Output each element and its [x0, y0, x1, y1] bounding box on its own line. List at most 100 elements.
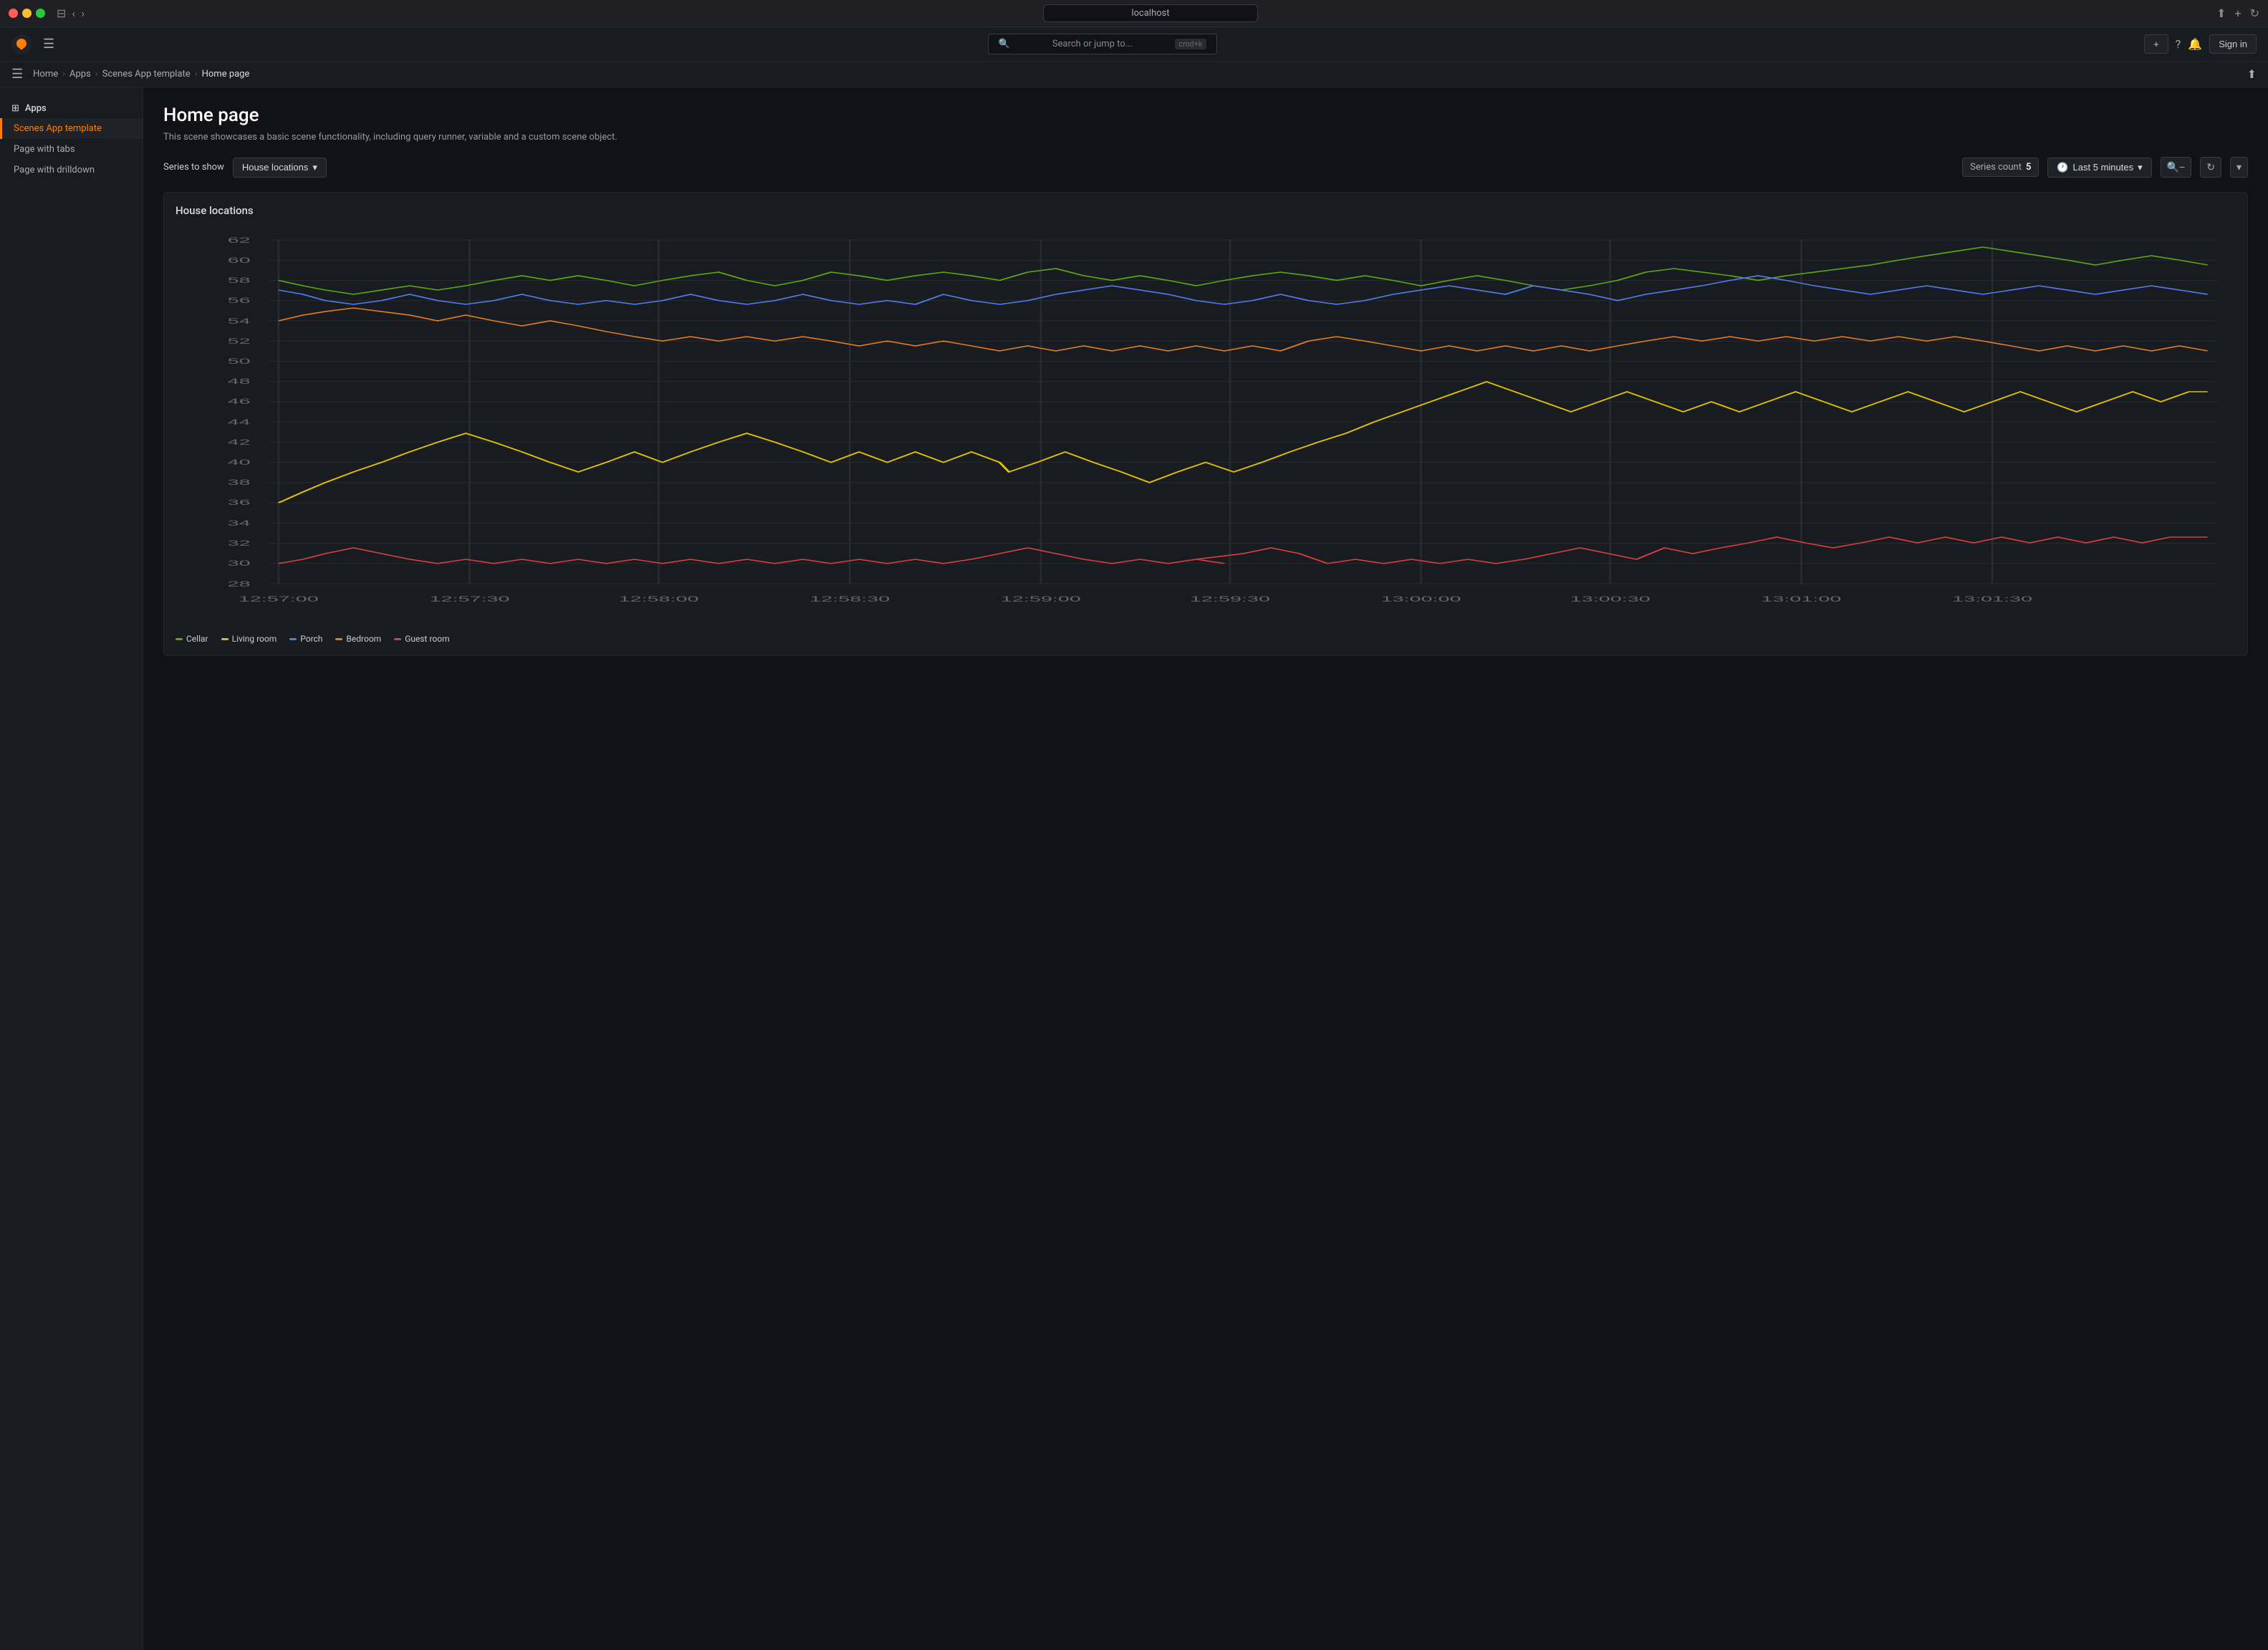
svg-text:48: 48: [228, 377, 251, 386]
sidebar: ⊞ Apps Scenes App template Page with tab…: [0, 87, 143, 1650]
svg-text:42: 42: [228, 438, 251, 447]
help-icon[interactable]: ?: [2176, 37, 2181, 51]
legend-item-living-room: Living room: [221, 634, 277, 644]
svg-text:13:01:30: 13:01:30: [1952, 594, 2032, 604]
page-title: Home page: [163, 105, 2248, 126]
svg-text:12:58:00: 12:58:00: [619, 594, 699, 604]
legend-item-bedroom: Bedroom: [335, 634, 381, 644]
breadcrumb-apps[interactable]: Apps: [69, 69, 91, 79]
svg-text:28: 28: [228, 579, 251, 589]
svg-text:62: 62: [228, 236, 251, 245]
chart-title: House locations: [176, 204, 2236, 217]
search-icon: 🔍: [999, 39, 1010, 49]
refresh-chart-icon: ↻: [2206, 161, 2215, 173]
svg-text:32: 32: [228, 539, 251, 548]
breadcrumb-sep-3: ›: [195, 69, 198, 79]
more-options-button[interactable]: ▾: [2230, 157, 2248, 178]
breadcrumb-sep-1: ›: [62, 69, 65, 79]
topnav-right: + ? 🔔 Sign in: [2144, 34, 2257, 54]
main-layout: ⊞ Apps Scenes App template Page with tab…: [0, 87, 2268, 1650]
clock-icon: 🕐: [2057, 162, 2068, 173]
grafana-logo: [11, 34, 32, 54]
legend-dot-porch: [289, 638, 297, 640]
signin-button[interactable]: Sign in: [2209, 34, 2257, 54]
svg-text:12:59:00: 12:59:00: [1001, 594, 1081, 604]
svg-text:12:57:00: 12:57:00: [239, 594, 319, 604]
sidebar-section-label-text: Apps: [25, 103, 47, 114]
legend-item-guest-room: Guest room: [394, 634, 449, 644]
house-locations-dropdown[interactable]: House locations ▾: [233, 158, 327, 178]
legend-label-bedroom: Bedroom: [346, 634, 381, 644]
time-range-button[interactable]: 🕐 Last 5 minutes ▾: [2047, 158, 2151, 178]
forward-icon[interactable]: ›: [81, 6, 85, 20]
chart-panel: House locations .grid-line { stroke: #2a…: [163, 192, 2248, 656]
minimize-button[interactable]: [22, 9, 32, 18]
apps-icon: ⊞: [11, 103, 19, 114]
svg-text:46: 46: [228, 397, 251, 406]
notifications-icon[interactable]: 🔔: [2188, 37, 2202, 51]
svg-text:50: 50: [228, 357, 251, 366]
series-count-value[interactable]: 5: [2026, 162, 2031, 173]
sidebar-item-label-0: Scenes App template: [14, 123, 102, 134]
nav-menu-icon[interactable]: ☰: [11, 67, 23, 82]
plus-icon: +: [2153, 39, 2159, 49]
topnav-search: 🔍 Search or jump to... cmd+k: [69, 34, 2135, 54]
url-bar[interactable]: localhost: [1043, 4, 1258, 22]
maximize-button[interactable]: [36, 9, 45, 18]
chevron-down-icon: ▾: [312, 162, 317, 173]
svg-text:30: 30: [228, 559, 251, 568]
topnav: ☰ 🔍 Search or jump to... cmd+k + ? 🔔 Sig…: [0, 27, 2268, 62]
svg-text:13:00:30: 13:00:30: [1570, 594, 1650, 604]
content-area: Home page This scene showcases a basic s…: [143, 87, 2268, 1650]
collapse-icon[interactable]: ⬆: [2247, 67, 2257, 81]
search-placeholder: Search or jump to...: [1052, 39, 1133, 49]
series-to-show-label: Series to show: [163, 162, 224, 173]
zoom-out-icon: 🔍−: [2167, 161, 2186, 173]
svg-text:44: 44: [228, 418, 251, 427]
svg-text:58: 58: [228, 276, 251, 285]
refresh-icon[interactable]: ↻: [2250, 6, 2259, 20]
svg-text:52: 52: [228, 337, 251, 346]
new-tab-icon[interactable]: +: [2235, 6, 2241, 20]
page-description: This scene showcases a basic scene funct…: [163, 132, 2248, 143]
legend-label-porch: Porch: [300, 634, 322, 644]
sidebar-section-apps: ⊞ Apps: [0, 99, 143, 118]
svg-text:38: 38: [228, 478, 251, 487]
search-bar[interactable]: 🔍 Search or jump to... cmd+k: [988, 34, 1217, 54]
share-icon[interactable]: ⬆: [2216, 6, 2226, 20]
refresh-button[interactable]: ↻: [2200, 157, 2221, 178]
time-range-chevron-icon: ▾: [2138, 162, 2143, 173]
svg-text:13:01:00: 13:01:00: [1761, 594, 1841, 604]
traffic-lights: [9, 9, 45, 18]
legend-label-living-room: Living room: [232, 634, 277, 644]
legend-label-guest-room: Guest room: [405, 634, 449, 644]
legend-dot-bedroom: [335, 638, 342, 640]
back-icon[interactable]: ‹: [72, 6, 75, 20]
svg-text:13:00:00: 13:00:00: [1381, 594, 1461, 604]
chart-area: .grid-line { stroke: #2a2a34; stroke-wid…: [176, 226, 2236, 627]
add-button[interactable]: +: [2144, 34, 2168, 54]
titlebar-center: localhost: [90, 4, 2211, 22]
legend-dot-guest-room: [394, 638, 401, 640]
legend-dot-living-room: [221, 638, 229, 640]
sidebar-item-scenes-app-template[interactable]: Scenes App template: [0, 118, 143, 139]
titlebar: ⊟ ‹ › localhost ⬆ + ↻: [0, 0, 2268, 27]
zoom-out-button[interactable]: 🔍−: [2161, 157, 2192, 178]
svg-text:56: 56: [228, 296, 251, 305]
legend-dot-cellar: [176, 638, 183, 640]
breadcrumb-home[interactable]: Home: [33, 69, 58, 79]
svg-text:54: 54: [228, 317, 251, 326]
svg-text:12:57:30: 12:57:30: [430, 594, 510, 604]
svg-text:12:58:30: 12:58:30: [809, 594, 890, 604]
sidebar-item-page-with-drilldown[interactable]: Page with drilldown: [0, 160, 143, 180]
hamburger-icon[interactable]: ☰: [43, 37, 54, 52]
sidebar-item-label-2: Page with drilldown: [14, 165, 95, 175]
search-shortcut: cmd+k: [1175, 39, 1206, 49]
sidebar-item-page-with-tabs[interactable]: Page with tabs: [0, 139, 143, 160]
close-button[interactable]: [9, 9, 18, 18]
time-range-label: Last 5 minutes: [2073, 162, 2134, 173]
breadcrumb-bar: ☰ Home › Apps › Scenes App template › Ho…: [0, 62, 2268, 87]
breadcrumb-sep-2: ›: [95, 69, 98, 79]
breadcrumb-template[interactable]: Scenes App template: [102, 69, 191, 79]
sidebar-toggle-icon[interactable]: ⊟: [57, 6, 66, 20]
